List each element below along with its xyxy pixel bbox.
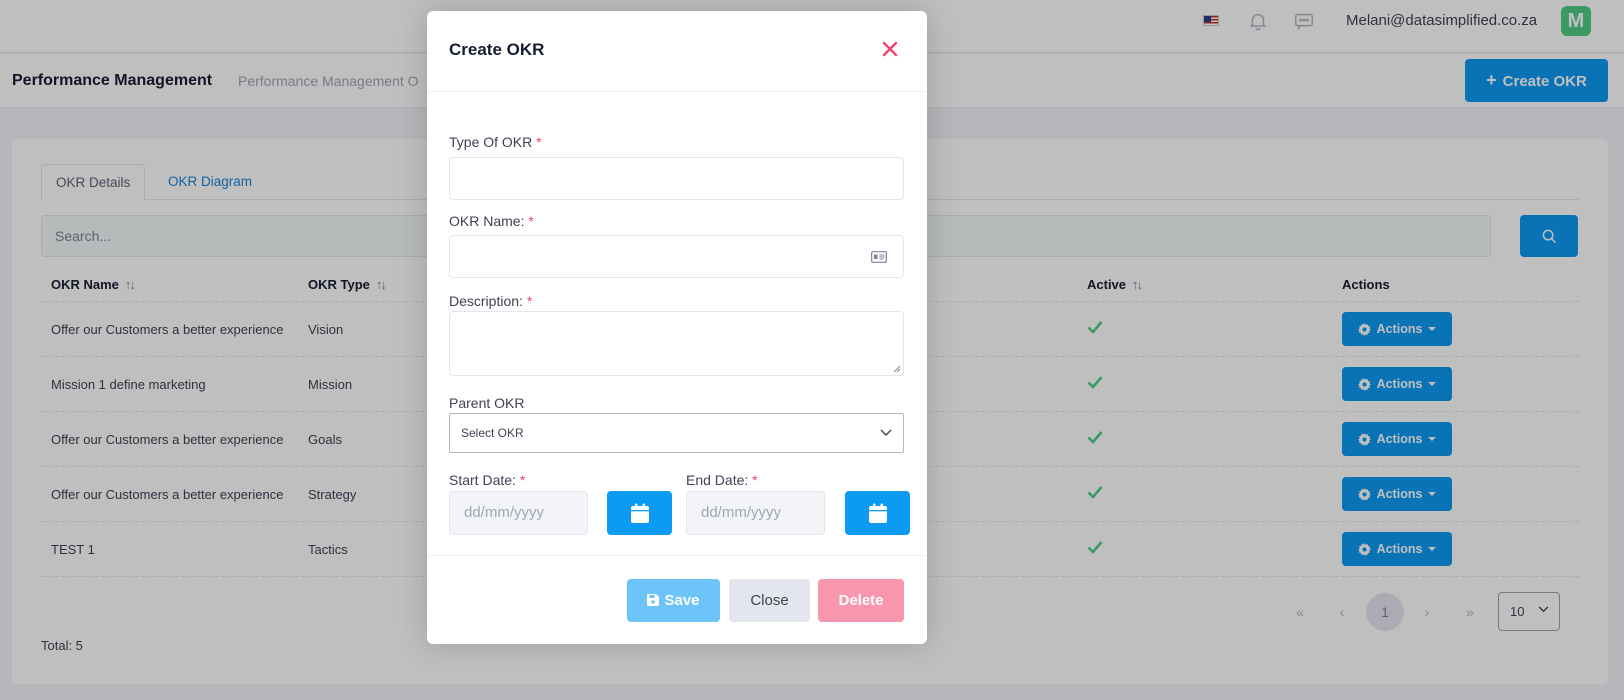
- end-date-input[interactable]: dd/mm/yyyy: [686, 491, 825, 535]
- divider: [427, 555, 927, 556]
- required-mark: *: [526, 293, 533, 309]
- save-icon: [647, 594, 660, 606]
- calendar-icon: [630, 503, 649, 523]
- start-date-calendar-button[interactable]: [607, 491, 672, 535]
- start-date-label-text: Start Date:: [449, 472, 516, 488]
- delete-button[interactable]: Delete: [818, 579, 904, 622]
- save-button[interactable]: Save: [627, 579, 720, 622]
- parent-okr-selected: Select OKR: [461, 426, 524, 440]
- modal-title: Create OKR: [449, 40, 545, 59]
- type-of-okr-label: Type Of OKR *: [449, 134, 542, 150]
- chevron-down-icon: [880, 429, 892, 436]
- type-of-okr-label-text: Type Of OKR: [449, 134, 533, 150]
- create-okr-modal: Create OKR Type Of OKR * OKR Name: * Des…: [427, 11, 927, 644]
- required-mark: *: [528, 213, 534, 229]
- description-textarea[interactable]: [449, 311, 904, 376]
- id-card-icon: [871, 251, 887, 263]
- end-date-calendar-button[interactable]: [845, 491, 910, 535]
- start-date-input[interactable]: dd/mm/yyyy: [449, 491, 588, 535]
- start-date-label: Start Date: *: [449, 472, 525, 488]
- close-icon[interactable]: [881, 40, 899, 58]
- calendar-icon: [868, 503, 887, 523]
- divider: [427, 91, 927, 92]
- type-of-okr-input[interactable]: [449, 157, 904, 200]
- parent-okr-select[interactable]: Select OKR: [449, 413, 904, 453]
- close-button[interactable]: Close: [729, 579, 810, 622]
- okr-name-label-text: OKR Name:: [449, 213, 525, 229]
- end-date-label: End Date: *: [686, 472, 758, 488]
- end-date-label-text: End Date:: [686, 472, 749, 488]
- description-label-text: Description:: [449, 293, 523, 309]
- resize-handle-icon[interactable]: [893, 365, 901, 373]
- description-label: Description: *: [449, 293, 532, 309]
- okr-name-input[interactable]: [449, 235, 904, 278]
- required-mark: *: [752, 472, 758, 488]
- save-label: Save: [664, 592, 700, 609]
- required-mark: *: [536, 134, 542, 150]
- okr-name-label: OKR Name: *: [449, 213, 534, 229]
- required-mark: *: [519, 472, 526, 488]
- parent-okr-label: Parent OKR: [449, 395, 525, 411]
